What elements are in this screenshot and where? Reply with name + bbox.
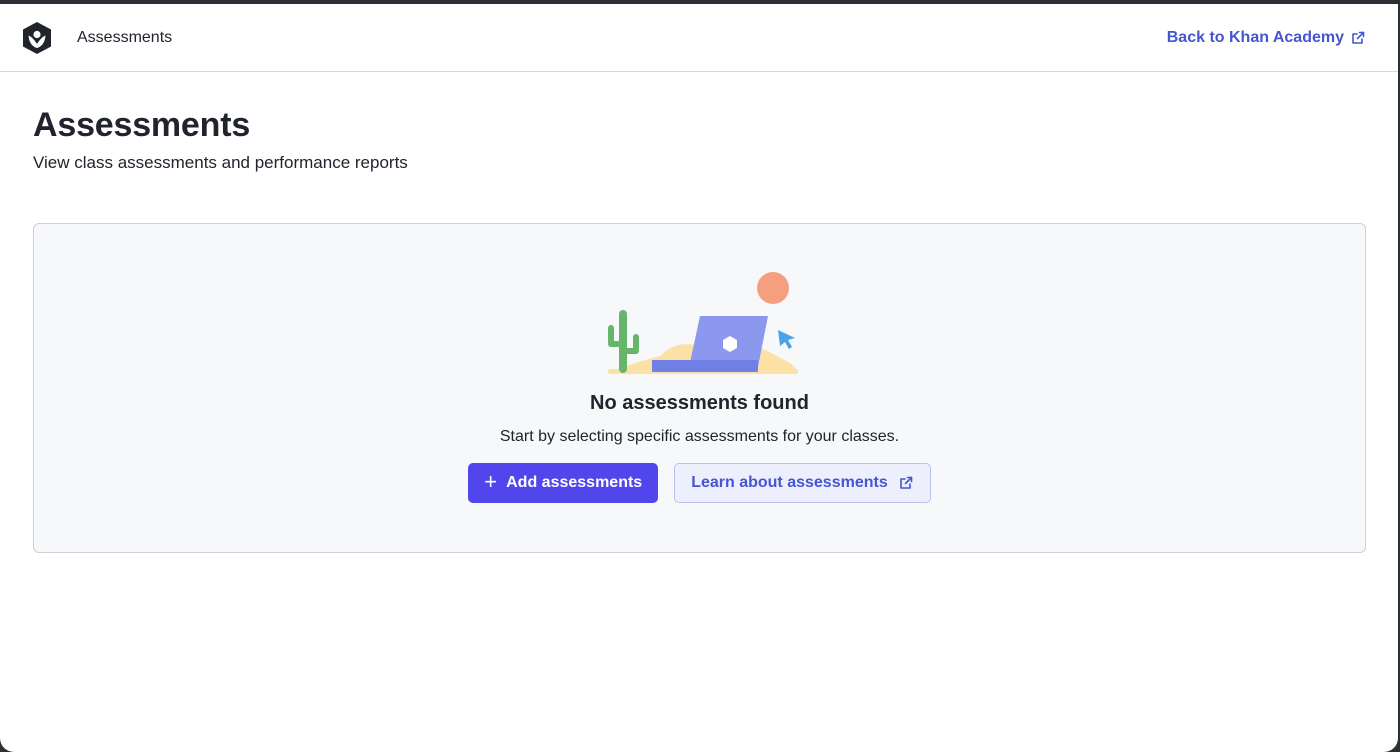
empty-state-actions: + Add assessments Learn about assessment… (468, 463, 931, 503)
add-assessments-button[interactable]: + Add assessments (468, 463, 659, 503)
learn-about-assessments-label: Learn about assessments (691, 474, 888, 491)
khan-academy-logo-icon[interactable] (20, 21, 54, 55)
page-subtitle: View class assessments and performance r… (33, 153, 408, 172)
external-link-icon (1350, 30, 1366, 46)
app-window: Assessments Back to Khan Academy Assessm… (0, 4, 1398, 752)
top-bar: Assessments Back to Khan Academy (0, 4, 1398, 72)
external-link-icon (898, 475, 914, 491)
back-link-label: Back to Khan Academy (1166, 28, 1344, 46)
empty-state-panel: No assessments found Start by selecting … (33, 223, 1366, 553)
empty-state-description: Start by selecting specific assessments … (499, 428, 900, 445)
plus-icon: + (484, 469, 498, 494)
desert-laptop-illustration (600, 268, 800, 378)
app-title: Assessments (77, 28, 173, 46)
page-title: Assessments (33, 106, 251, 144)
back-to-khan-academy-link[interactable]: Back to Khan Academy (1167, 29, 1366, 47)
empty-state-title: No assessments found (590, 392, 809, 414)
learn-about-assessments-button[interactable]: Learn about assessments (674, 463, 931, 503)
main-content: Assessments View class assessments and p… (0, 72, 1398, 553)
add-assessments-label: Add assessments (506, 474, 643, 491)
